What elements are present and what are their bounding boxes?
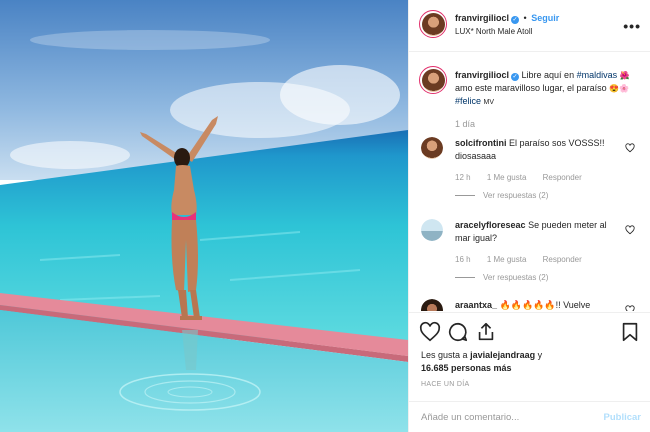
- hashtag-link[interactable]: #felice: [455, 96, 481, 106]
- like-comment-heart-icon[interactable]: [625, 225, 635, 235]
- location-link[interactable]: LUX* North Male Atoll: [455, 27, 532, 36]
- likes-count-link[interactable]: 16.685 personas más: [421, 363, 512, 373]
- follow-button[interactable]: Seguir: [531, 13, 559, 23]
- comment-username[interactable]: araantxa_: [455, 300, 497, 310]
- add-comment-bar: Añade un comentario... Publicar: [409, 401, 650, 432]
- hashtag-link[interactable]: #maldivas: [577, 70, 618, 80]
- view-replies-button[interactable]: Ver respuestas (2): [455, 191, 548, 200]
- like-comment-heart-icon[interactable]: [625, 143, 635, 153]
- likes-prefix: Les gusta a: [421, 350, 468, 360]
- caption-text: amo este maravilloso lugar, el paraíso: [455, 83, 607, 93]
- commenter-avatar[interactable]: [421, 137, 443, 159]
- follow-separator: •: [523, 13, 527, 23]
- comment-input[interactable]: Añade un comentario...: [421, 412, 519, 423]
- comment-time: 16 h: [455, 255, 471, 264]
- post-side-panel: franvirgiliocl ✓ • Seguir LUX* North Male…: [408, 0, 650, 432]
- reply-button[interactable]: Responder: [543, 255, 582, 264]
- post-header: franvirgiliocl ✓ • Seguir LUX* North Male…: [409, 0, 650, 52]
- author-avatar[interactable]: [419, 10, 447, 38]
- caption-time: 1 día: [455, 119, 476, 129]
- commenter-avatar[interactable]: [421, 219, 443, 241]
- post-actions: Les gusta a javialejandraag y 16.685 per…: [409, 312, 650, 432]
- comment-meta: 16 h 1 Me gusta Responder: [455, 255, 596, 264]
- reply-button[interactable]: Responder: [543, 173, 582, 182]
- post-photo[interactable]: [0, 0, 408, 432]
- post-timestamp: HACE UN DÍA: [421, 381, 470, 388]
- verified-badge-icon: ✓: [511, 73, 520, 81]
- caption-emoji: 😍🌸: [609, 84, 630, 93]
- comment-meta: 12 h 1 Me gusta Responder: [455, 173, 596, 182]
- comment-likes[interactable]: 1 Me gusta: [487, 173, 527, 182]
- comment-likes[interactable]: 1 Me gusta: [487, 255, 527, 264]
- caption-emoji: 🌺: [619, 71, 630, 80]
- share-icon[interactable]: [475, 321, 497, 343]
- comment-text: 🔥🔥🔥🔥🔥!! Vuelve: [499, 300, 591, 310]
- maldives-pool-photo: [0, 0, 408, 432]
- like-heart-icon[interactable]: [419, 321, 441, 343]
- comment-username[interactable]: aracelyfloreseac: [455, 220, 526, 230]
- caption-username[interactable]: franvirgiliocl: [455, 70, 509, 80]
- like-comment-heart-icon[interactable]: [625, 305, 635, 311]
- publish-button[interactable]: Publicar: [604, 412, 642, 423]
- caption-tail: MV: [483, 99, 495, 106]
- save-bookmark-icon[interactable]: [619, 321, 641, 343]
- caption-text: Libre aquí en: [521, 70, 575, 80]
- view-replies-button[interactable]: Ver respuestas (2): [455, 273, 548, 282]
- comment-time: 12 h: [455, 173, 471, 182]
- more-options-icon[interactable]: •••: [623, 18, 641, 34]
- verified-badge-icon: ✓: [511, 16, 520, 24]
- caption-avatar[interactable]: [419, 66, 447, 94]
- commenter-avatar[interactable]: [421, 299, 443, 311]
- comments-list[interactable]: franvirgiliocl ✓ Libre aquí en #maldivas …: [409, 53, 650, 311]
- likes-summary: Les gusta a javialejandraag y 16.685 per…: [421, 349, 542, 375]
- author-username[interactable]: franvirgiliocl: [455, 13, 509, 23]
- likes-and: y: [537, 350, 543, 360]
- comment-username[interactable]: solcifrontini: [455, 138, 507, 148]
- likes-user-link[interactable]: javialejandraag: [470, 350, 535, 360]
- comment-bubble-icon[interactable]: [447, 321, 469, 343]
